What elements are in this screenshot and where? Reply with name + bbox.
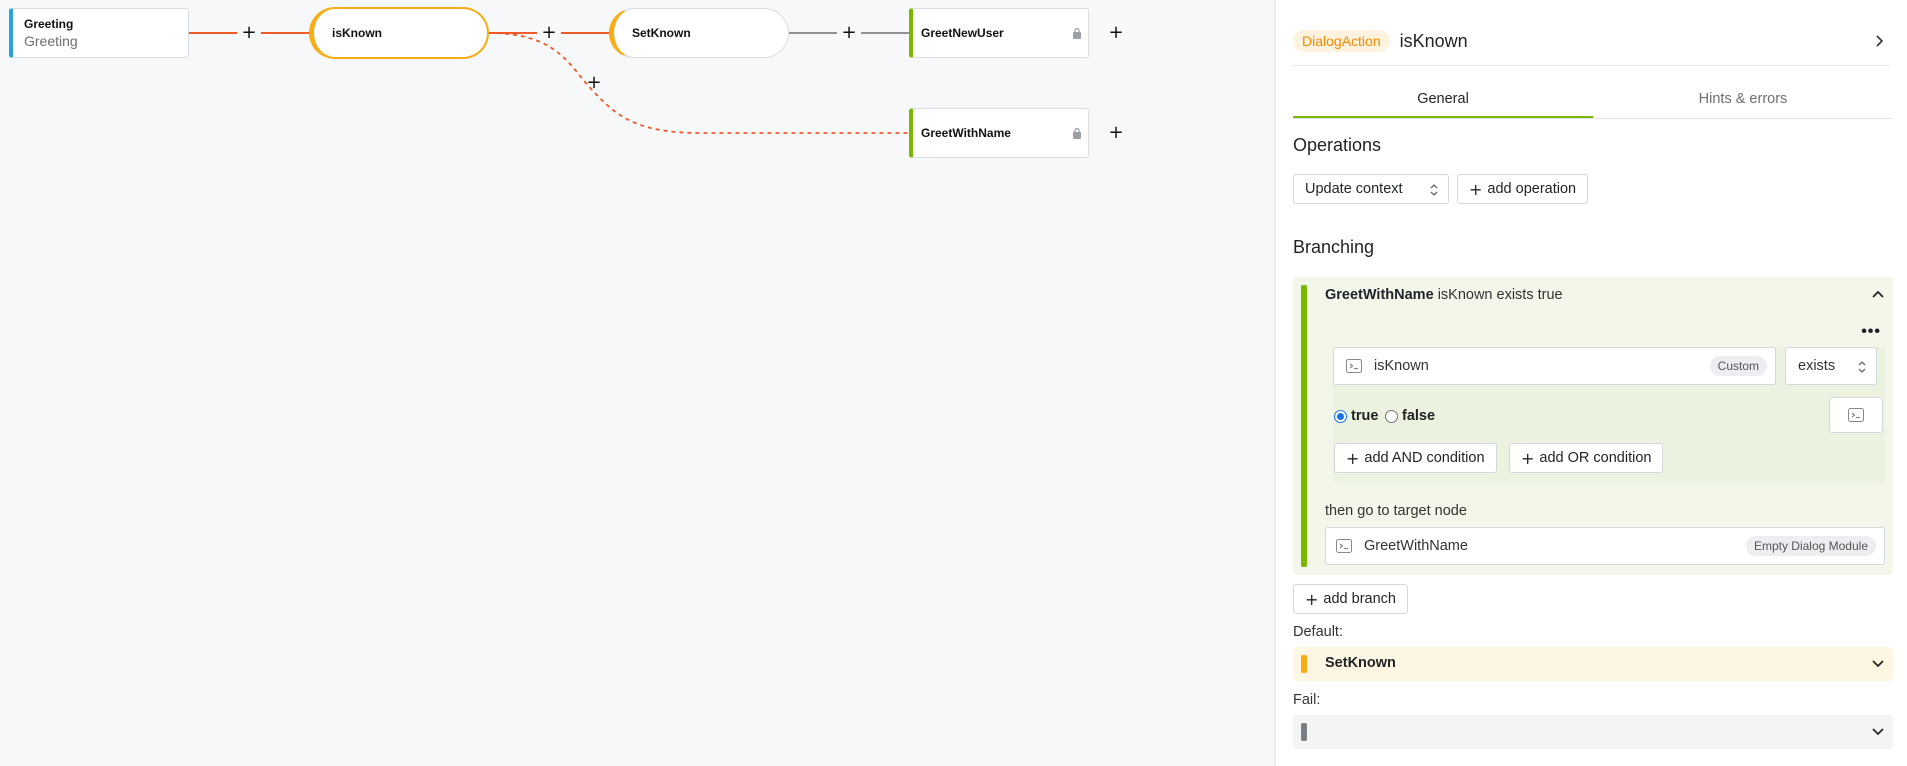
add-node-plus-icon[interactable]: + — [840, 24, 858, 42]
terminal-icon — [1336, 539, 1352, 553]
chevron-up-icon[interactable] — [1871, 288, 1885, 302]
add-and-condition-label: add AND condition — [1364, 450, 1485, 466]
add-or-condition-label: add OR condition — [1539, 450, 1652, 466]
node-greeting[interactable]: Greeting Greeting — [9, 8, 189, 58]
add-branch-label: add branch — [1323, 591, 1396, 607]
panel-tabs: General Hints & errors — [1293, 86, 1893, 119]
target-node-value: GreetWithName — [1364, 538, 1468, 554]
lock-icon — [1073, 127, 1081, 139]
node-title: Greeting — [24, 17, 74, 31]
branch-card: GreetWithName isKnown exists true ••• is… — [1293, 277, 1893, 575]
fail-color-bar — [1301, 723, 1307, 741]
chevron-down-icon[interactable] — [1871, 724, 1885, 738]
add-node-plus-icon[interactable]: + — [1107, 24, 1125, 42]
operator-select-value: exists — [1798, 358, 1836, 374]
chevron-right-icon[interactable] — [1872, 34, 1886, 48]
radio-false-label: false — [1402, 408, 1436, 424]
add-node-plus-icon[interactable]: + — [585, 74, 603, 92]
panel-title: isKnown — [1399, 31, 1468, 51]
default-branch-row[interactable]: SetKnown — [1293, 647, 1893, 681]
node-setknown[interactable]: SetKnown — [609, 8, 789, 58]
branch-color-bar — [1301, 285, 1307, 567]
node-title: SetKnown — [632, 26, 691, 40]
radio-true-label: true — [1351, 408, 1379, 424]
node-type-badge: DialogAction — [1293, 30, 1390, 52]
node-greetnewuser[interactable]: GreetNewUser — [909, 8, 1089, 58]
operation-select-value: Update context — [1305, 181, 1403, 197]
default-branch-value: SetKnown — [1325, 655, 1396, 671]
default-label: Default: — [1293, 624, 1343, 640]
add-node-plus-icon[interactable]: + — [540, 24, 558, 42]
operations-heading: Operations — [1293, 135, 1382, 155]
branch-target-name: GreetWithName — [1325, 287, 1434, 303]
add-node-plus-icon[interactable]: + — [1107, 124, 1125, 142]
fail-branch-row[interactable] — [1293, 715, 1893, 749]
node-title: GreetNewUser — [921, 26, 1004, 40]
lock-icon — [1073, 27, 1081, 39]
more-options-icon[interactable]: ••• — [1861, 323, 1881, 341]
add-operation-button[interactable]: + add operation — [1457, 174, 1589, 204]
tab-general[interactable]: General — [1293, 86, 1593, 118]
module-tag: Empty Dialog Module — [1745, 536, 1876, 556]
condition-field[interactable]: isKnown Custom — [1333, 347, 1776, 385]
operation-select[interactable]: Update context — [1293, 174, 1449, 204]
radio-false[interactable]: false — [1385, 408, 1435, 424]
flow-canvas[interactable]: Greeting Greeting + isKnown + + SetKnown… — [0, 0, 1275, 766]
operator-select[interactable]: exists — [1785, 347, 1877, 385]
branching-heading: Branching — [1293, 237, 1375, 257]
chevron-down-icon[interactable] — [1871, 656, 1885, 670]
plus-icon: + — [1521, 448, 1535, 468]
select-arrows-icon — [1430, 184, 1438, 196]
node-greetwithname[interactable]: GreetWithName — [909, 108, 1089, 158]
radio-true[interactable]: true — [1334, 408, 1378, 424]
fail-label: Fail: — [1293, 692, 1321, 708]
add-branch-button[interactable]: + add branch — [1293, 584, 1408, 614]
branch-condition-summary: isKnown exists true — [1437, 287, 1563, 303]
node-title: GreetWithName — [921, 126, 1011, 140]
tab-hints-errors[interactable]: Hints & errors — [1593, 86, 1893, 118]
custom-tag: Custom — [1709, 356, 1767, 376]
branch-summary[interactable]: GreetWithName isKnown exists true — [1325, 287, 1563, 303]
expression-editor-button[interactable] — [1829, 397, 1883, 433]
terminal-icon — [1848, 408, 1864, 422]
node-title: isKnown — [332, 26, 382, 40]
radio-false-circle[interactable] — [1385, 409, 1398, 423]
terminal-icon — [1346, 359, 1362, 373]
then-label: then go to target node — [1325, 503, 1467, 519]
plus-icon: + — [1305, 589, 1319, 609]
default-color-bar — [1301, 655, 1307, 673]
add-or-condition-button[interactable]: + add OR condition — [1509, 443, 1664, 473]
properties-panel: DialogAction isKnown General Hints & err… — [1275, 0, 1907, 766]
select-arrows-icon — [1858, 361, 1866, 373]
condition-field-value: isKnown — [1374, 358, 1429, 374]
panel-header: DialogAction isKnown — [1293, 30, 1890, 66]
add-operation-label: add operation — [1487, 181, 1577, 197]
node-isknown[interactable]: isKnown — [309, 7, 489, 59]
target-node-field[interactable]: GreetWithName Empty Dialog Module — [1325, 527, 1885, 565]
plus-icon: + — [1469, 179, 1483, 199]
plus-icon: + — [1346, 448, 1360, 468]
add-and-condition-button[interactable]: + add AND condition — [1334, 443, 1497, 473]
add-node-plus-icon[interactable]: + — [240, 24, 258, 42]
node-subtitle: Greeting — [24, 33, 78, 49]
radio-true-circle[interactable] — [1334, 409, 1347, 423]
